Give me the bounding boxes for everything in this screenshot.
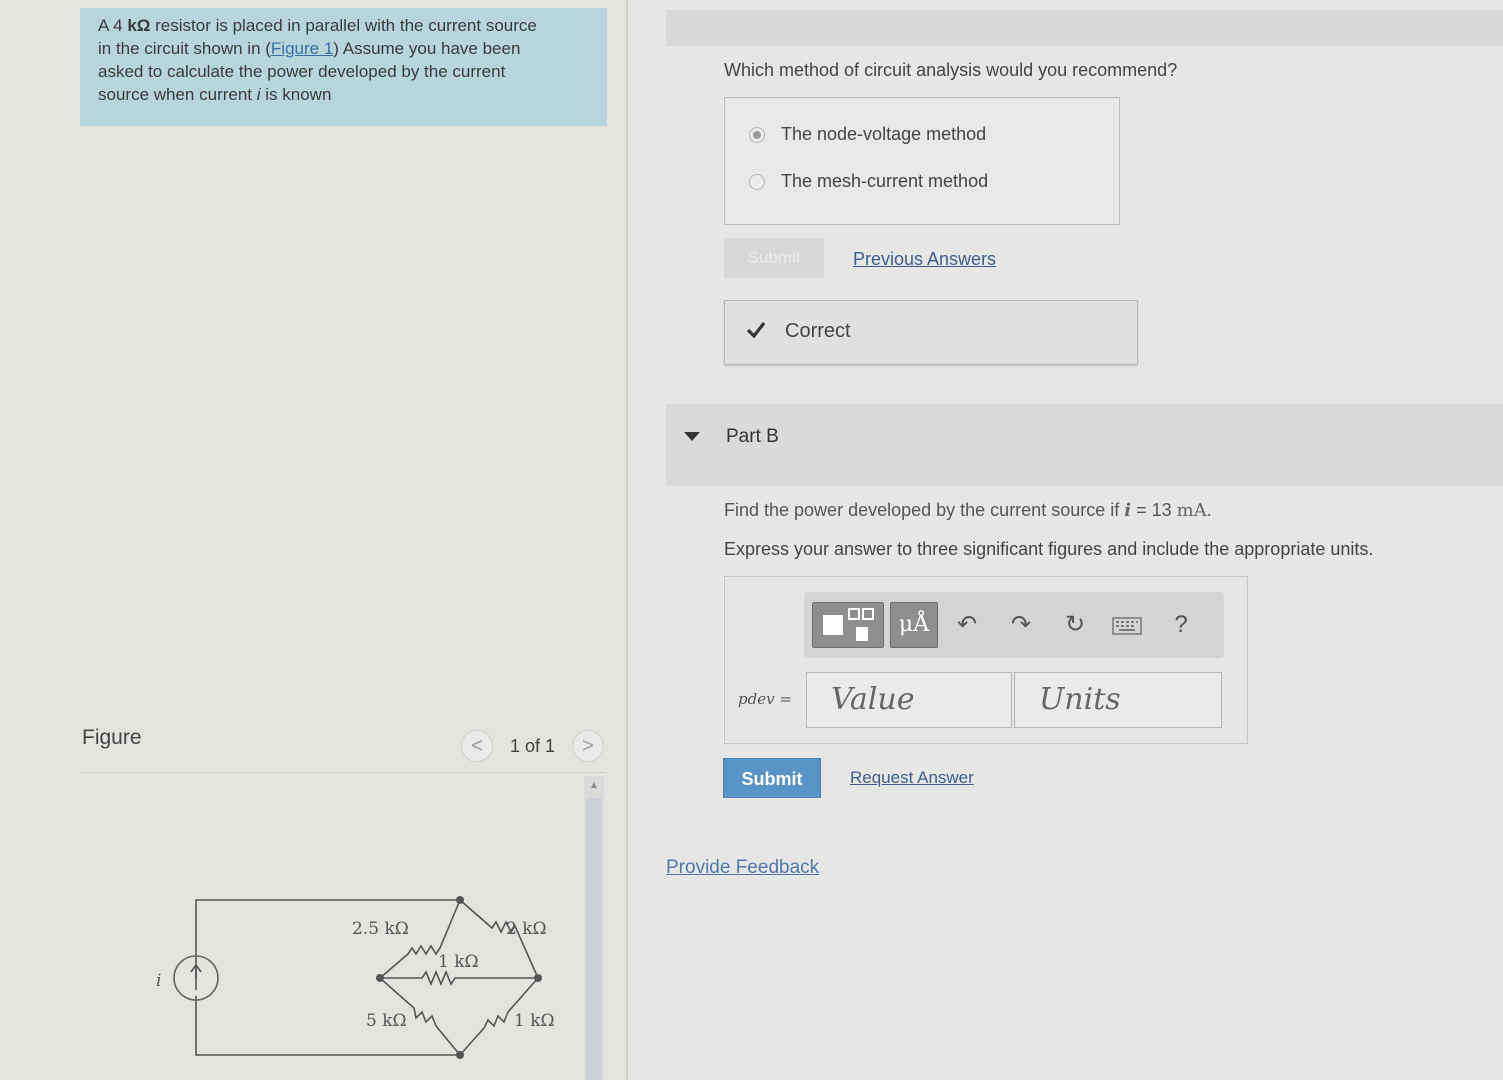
previous-answers-link[interactable]: Previous Answers <box>853 249 996 270</box>
answer-label: pdev = <box>738 690 792 708</box>
circuit-diagram: i 2.5 kΩ 2 kΩ 1 kΩ 5 kΩ 1 kΩ <box>156 896 555 1059</box>
option-node-voltage[interactable]: The node-voltage method <box>749 124 986 145</box>
resistor-label: 5 kΩ <box>366 1011 407 1031</box>
part-b-submit-button[interactable]: Submit <box>723 758 821 798</box>
part-b-header[interactable]: Part B <box>666 404 1503 486</box>
part-b-question: Find the power developed by the current … <box>724 500 1212 521</box>
help-icon[interactable]: ? <box>1166 610 1196 640</box>
question-text: . <box>1206 500 1212 520</box>
figure-label: Figure <box>82 726 142 749</box>
node <box>376 974 384 982</box>
template-button[interactable] <box>812 602 884 648</box>
problem-text: is known <box>260 85 332 104</box>
node <box>456 896 464 904</box>
request-answer-link[interactable]: Request Answer <box>850 768 974 788</box>
part-a-question: Which method of circuit analysis would y… <box>724 60 1178 80</box>
scroll-thumb[interactable] <box>586 798 602 1080</box>
left-pane: A 4 kΩ resistor is placed in parallel wi… <box>0 0 626 1080</box>
units-button[interactable]: μÅ <box>890 602 938 648</box>
reset-icon[interactable]: ↻ <box>1060 610 1090 640</box>
problem-text: ) Assume you have been <box>333 39 521 58</box>
node <box>534 974 542 982</box>
question-text: Find the power developed by the current … <box>724 500 1125 520</box>
divider <box>80 772 606 773</box>
part-a-submit-button: Submit <box>724 238 824 278</box>
scroll-up-icon[interactable]: ▲ <box>584 780 604 794</box>
redo-icon[interactable]: ↷ <box>1006 610 1036 640</box>
resistor-label: 2 kΩ <box>506 919 547 939</box>
feedback-correct: Correct <box>724 300 1138 365</box>
keyboard-icon[interactable] <box>1112 610 1142 640</box>
feedback-text: Correct <box>785 320 851 342</box>
circuit-wire-bottom <box>195 996 460 1056</box>
checkmark-icon <box>746 322 766 339</box>
source-label: i <box>156 971 161 991</box>
option-label: The node-voltage method <box>781 124 987 144</box>
problem-unit: kΩ <box>127 16 151 35</box>
resistor-label: 1 kΩ <box>514 1011 555 1031</box>
resistor-label: 2.5 kΩ <box>352 919 409 939</box>
radio-selected-icon[interactable] <box>749 126 765 143</box>
resistor-middle <box>380 969 538 987</box>
question-unit: mA <box>1176 500 1207 521</box>
undo-icon[interactable]: ↶ <box>952 610 982 640</box>
figure-page-indicator: 1 of 1 <box>510 736 556 756</box>
part-a-header <box>666 10 1503 46</box>
math-toolbar: μÅ ↶ ↷ ↻ ? <box>804 592 1224 658</box>
units-input[interactable]: Units <box>1014 672 1222 728</box>
problem-text: asked to calculate the power developed b… <box>98 62 506 81</box>
collapse-caret-icon[interactable] <box>684 432 700 442</box>
next-figure-button[interactable]: > <box>572 730 604 762</box>
option-mesh-current[interactable]: The mesh-current method <box>749 171 988 192</box>
problem-text: resistor is placed in parallel with the … <box>150 16 537 35</box>
answer-options: The node-voltage method The mesh-current… <box>724 97 1120 225</box>
problem-statement: A 4 kΩ resistor is placed in parallel wi… <box>80 8 607 126</box>
previous-figure-button[interactable]: < <box>461 730 493 762</box>
question-text: = 13 <box>1131 500 1177 520</box>
resistor-label: 1 kΩ <box>438 952 479 972</box>
part-b-title: Part B <box>726 426 779 447</box>
circuit-wire-top <box>195 899 460 978</box>
problem-text: source when current <box>98 85 257 104</box>
figure-link[interactable]: Figure 1 <box>271 39 333 58</box>
provide-feedback-link[interactable]: Provide Feedback <box>666 857 819 879</box>
template-icon <box>823 608 874 641</box>
option-label: The mesh-current method <box>781 171 989 191</box>
node <box>456 1051 464 1059</box>
figure-scrollbar[interactable]: ▲ <box>584 776 604 1080</box>
part-b-instruction: Express your answer to three significant… <box>724 539 1374 559</box>
problem-text: in the circuit shown in ( <box>98 39 271 58</box>
radio-unselected-icon[interactable] <box>749 173 765 190</box>
problem-text: A 4 <box>98 16 128 35</box>
value-input[interactable]: Value <box>806 672 1012 728</box>
